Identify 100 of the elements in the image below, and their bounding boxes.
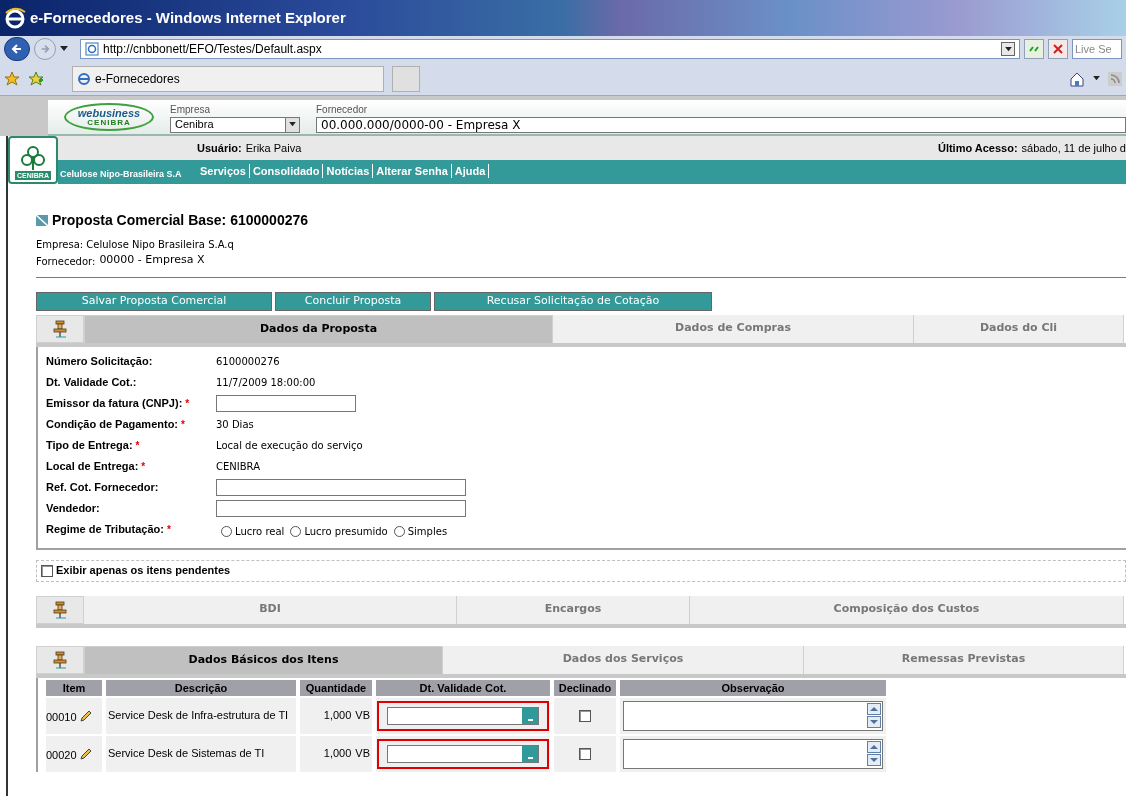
radio-button[interactable] (290, 525, 302, 537)
column-header: Item (46, 679, 102, 696)
tab[interactable]: Encargos (457, 595, 690, 624)
tab[interactable]: Dados da Proposta (84, 314, 553, 343)
table-cell-text: 00020 (46, 748, 77, 764)
field-value: 30 Dias (216, 417, 254, 432)
user-name: Erika Paiva (245, 140, 302, 156)
pencil-icon[interactable] (78, 746, 93, 761)
table-cell-text: 00010 (46, 710, 77, 726)
home-icon[interactable] (1069, 70, 1085, 87)
date-field[interactable] (377, 738, 549, 769)
tab[interactable]: Dados do Cli (914, 314, 1124, 343)
tab-title: e-Fornecedores (95, 70, 180, 88)
required-marker: * (185, 396, 190, 411)
table-cell-text: 1,000 (323, 746, 352, 762)
field-value: Local de execução do serviço (216, 438, 363, 453)
nav-link[interactable]: Consolidado (249, 163, 324, 178)
field-label: Dt. Validade Cot.: (46, 374, 137, 390)
user-label: Usuário: (197, 140, 242, 156)
close-icon (1053, 44, 1063, 54)
browser-tab[interactable]: e-Fornecedores (72, 65, 384, 92)
filter-label: Exibir apenas os itens pendentes (56, 563, 231, 579)
field-label: Número Solicitação: (46, 353, 153, 369)
nav-link[interactable]: Alterar Senha (373, 163, 452, 178)
last-access-date: sábado, 11 de julho d (1021, 140, 1126, 156)
right-arrow-icon (40, 44, 50, 54)
nav-link[interactable]: Serviços (197, 163, 250, 178)
business-logo: webusiness CENIBRA (64, 103, 154, 131)
action-button[interactable]: Concluir Proposta (275, 291, 431, 311)
field-label: Vendedor: (46, 500, 100, 516)
pin-tab[interactable] (36, 645, 84, 674)
browser-logo-icon (77, 71, 91, 86)
clover-icon (20, 145, 46, 171)
field-label: Regime de Tributação: (46, 521, 164, 537)
action-button[interactable]: Salvar Proposta Comercial (36, 291, 272, 311)
caret-icon[interactable] (60, 46, 68, 52)
column-header: Descrição (106, 679, 296, 696)
field-label: Ref. Cot. Fornecedor: (46, 479, 159, 495)
address-field[interactable]: http://cnbbonett/EFO/Testes/Default.aspx (80, 39, 1020, 59)
field-label: Emissor da fatura (CNPJ): (46, 395, 183, 411)
required-marker: * (167, 522, 171, 537)
pin-icon[interactable] (53, 650, 67, 669)
scroll-down-icon[interactable] (867, 716, 881, 728)
caret-icon (1004, 46, 1012, 52)
caret-icon[interactable] (1093, 76, 1100, 81)
pencil-icon[interactable] (78, 708, 93, 723)
scroll-up-icon[interactable] (867, 741, 881, 753)
stop-button[interactable] (1048, 39, 1068, 59)
tab[interactable]: Remessas Previstas (804, 645, 1124, 674)
refresh-button[interactable] (1024, 39, 1044, 59)
table-cell-text: 1,000 (323, 708, 352, 724)
tab[interactable]: Dados de Compras (553, 314, 914, 343)
pin-icon[interactable] (53, 600, 67, 619)
field-label: Local de Entrega: (46, 458, 139, 474)
field-value: 6100000276 (216, 354, 280, 369)
checkbox[interactable] (579, 747, 591, 760)
nav-link[interactable]: Notícias (323, 163, 374, 178)
browser-logo-icon (4, 7, 26, 29)
page-title: Proposta Comercial Base: 6100000276 (52, 211, 309, 230)
tab[interactable]: BDI (84, 595, 457, 624)
notes-field[interactable] (623, 700, 883, 731)
supplier-field[interactable]: 00.000.000/0000-00 - Empresa X (316, 116, 1126, 133)
scroll-down-icon[interactable] (867, 754, 881, 766)
feed-icon[interactable] (1108, 71, 1122, 86)
nav-link[interactable]: Ajuda (451, 163, 490, 178)
scroll-up-icon[interactable] (867, 703, 881, 715)
pin-tab[interactable] (36, 314, 84, 343)
action-button[interactable]: Recusar Solicitação de Cotação (434, 291, 712, 311)
table-cell-text: Service Desk de Sistemas de TI (108, 746, 265, 762)
address-text: http://cnbbonett/EFO/Testes/Default.aspx (103, 41, 322, 58)
company-select[interactable]: Cenibra (170, 116, 300, 133)
input-field[interactable] (216, 478, 466, 496)
field-value: 11/7/2009 18:00:00 (216, 375, 316, 390)
envelope-icon (36, 215, 48, 226)
back-button[interactable] (4, 37, 30, 61)
tab[interactable]: Dados dos Serviços (443, 645, 804, 674)
input-field[interactable] (216, 499, 466, 517)
star-icon[interactable] (4, 70, 20, 87)
dropdown-button[interactable] (1001, 42, 1015, 56)
radio-label: Simples (407, 524, 448, 539)
field-value: CENIBRA (216, 459, 260, 474)
radio-button[interactable] (221, 525, 232, 537)
checkbox[interactable] (41, 564, 53, 577)
checkbox[interactable] (579, 709, 591, 722)
radio-button[interactable] (393, 525, 405, 537)
tab[interactable]: Dados Básicos dos Itens (84, 645, 443, 674)
pin-tab[interactable] (36, 595, 84, 624)
radio-label: Lucro presumido (304, 524, 388, 539)
date-field[interactable] (377, 700, 549, 731)
search-field[interactable]: Live Se (1072, 39, 1122, 59)
table-cell-text: VB (355, 746, 370, 762)
tab[interactable]: Composição dos Custos (690, 595, 1124, 624)
field-label: Empresa (170, 102, 211, 117)
supplier-label: Fornecedor: (36, 254, 96, 269)
column-header: Declinado (554, 679, 616, 696)
input-field[interactable] (216, 394, 356, 412)
column-header: Quantidade (300, 679, 372, 696)
add-favorite-icon[interactable] (28, 70, 44, 87)
notes-field[interactable] (623, 738, 883, 769)
pin-icon[interactable] (53, 319, 67, 338)
